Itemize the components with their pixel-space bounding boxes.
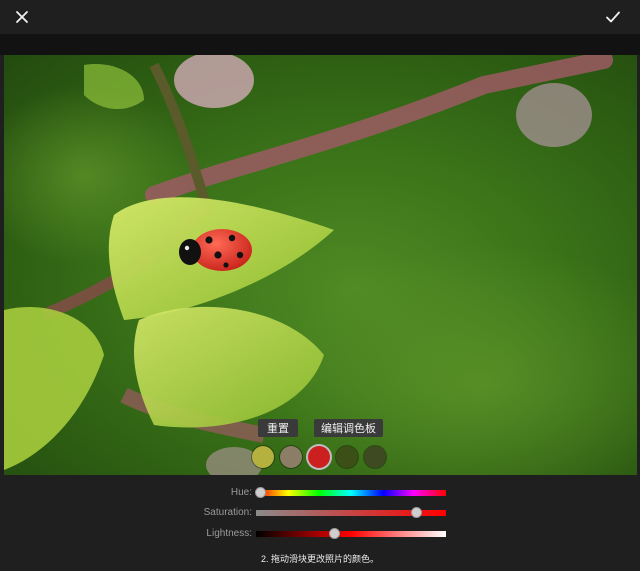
top-toolbar — [0, 0, 640, 34]
lightness-track[interactable] — [256, 528, 446, 539]
saturation-slider-row: Saturation: — [0, 506, 640, 520]
saturation-track[interactable] — [256, 507, 446, 518]
palette-swatch-2[interactable] — [280, 446, 302, 468]
saturation-label: Saturation: — [203, 507, 252, 518]
close-icon — [16, 11, 28, 23]
photo-canvas[interactable]: 重置 编辑调色板 — [4, 55, 637, 475]
hue-thumb[interactable] — [254, 487, 266, 498]
toolbar-divider — [0, 34, 640, 55]
saturation-thumb[interactable] — [410, 507, 422, 518]
reset-button[interactable]: 重置 — [258, 419, 298, 437]
ladybug-on-leaf-image — [4, 55, 637, 475]
palette-swatch-3[interactable] — [308, 446, 330, 468]
hue-label: Hue: — [230, 487, 252, 498]
lightness-label: Lightness: — [206, 528, 252, 539]
close-button[interactable] — [11, 6, 33, 28]
check-icon — [606, 11, 620, 23]
instruction-text: 2. 拖动滑块更改照片的颜色。 — [260, 554, 379, 564]
hue-track[interactable] — [254, 487, 446, 498]
confirm-button[interactable] — [602, 6, 624, 28]
edit-palette-button[interactable]: 编辑调色板 — [314, 419, 383, 437]
hue-slider-row: Hue: — [0, 486, 640, 500]
palette-swatch-5[interactable] — [364, 446, 386, 468]
palette-swatch-1[interactable] — [252, 446, 274, 468]
lightness-slider-row: Lightness: — [0, 527, 640, 541]
palette-swatch-4[interactable] — [336, 446, 358, 468]
lightness-thumb[interactable] — [328, 528, 340, 539]
